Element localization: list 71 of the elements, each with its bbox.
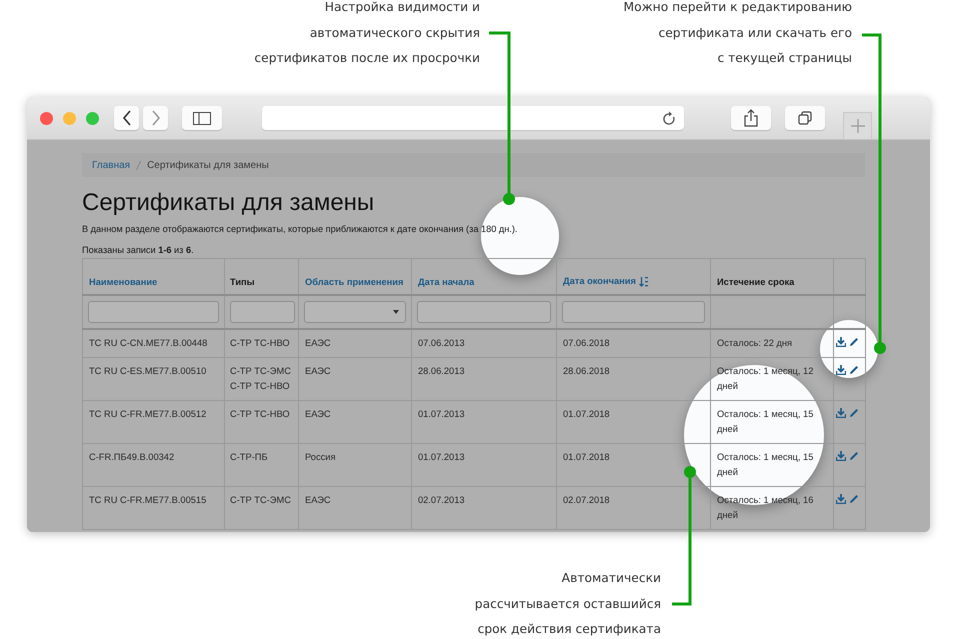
annotation-text: Настройка видимости и автоматического скрытия сертификатов после их просрочки <box>254 0 480 67</box>
pencil-icon[interactable] <box>849 451 859 461</box>
plus-icon[interactable] <box>850 119 864 133</box>
start-date: 28.06.2013 <box>418 366 465 376</box>
breadcrumb-link[interactable]: Главная <box>92 160 130 170</box>
download-icon[interactable] <box>836 408 846 418</box>
breadcrumb-current: Сертификаты для замены <box>147 160 269 170</box>
certificate-number: TC RU C-FR.ME77.B.00515 <box>89 495 206 505</box>
tabs-icon[interactable] <box>798 111 812 125</box>
application-area: ЕАЭС <box>305 366 331 376</box>
close-icon[interactable] <box>40 112 53 124</box>
address-field[interactable] <box>262 106 684 130</box>
certificate-type: С-ТР ТС-НВО <box>230 408 291 421</box>
start-date: 07.06.2013 <box>418 338 465 348</box>
certificate-number: TC RU C-CN.ME77.B.00448 <box>89 338 208 348</box>
page-description: В данном разделе отображаются сертификаты, которые приближаются к дате окончания (за 180 дн.). <box>82 223 518 236</box>
annotation-text: Автоматически рассчитывается оставшийся срок действия сертификата <box>474 570 661 638</box>
start-date: 01.07.2013 <box>418 409 465 419</box>
column-header: Истечение срока <box>717 276 796 286</box>
back-button[interactable] <box>114 106 139 130</box>
end-date: 01.07.2018 <box>563 452 610 462</box>
reload-icon[interactable] <box>662 110 676 126</box>
new-tab-button[interactable] <box>843 112 872 139</box>
filter-field[interactable] <box>230 300 295 322</box>
back-icon[interactable] <box>122 110 132 126</box>
application-area: ЕАЭС <box>305 409 331 419</box>
download-icon[interactable] <box>836 451 846 461</box>
certificate-type: С-ТР ТС-ЭМС <box>230 365 292 378</box>
application-area: ЕАЭС <box>305 338 331 348</box>
pencil-icon[interactable] <box>849 336 859 346</box>
start-date: 01.07.2013 <box>418 452 465 462</box>
certificate-type: С-ТР ТС-НВО <box>230 336 291 350</box>
sidebar-button[interactable] <box>182 106 222 130</box>
download-icon[interactable] <box>836 336 846 346</box>
end-date: 28.06.2018 <box>563 366 610 376</box>
time-remaining: Осталось: 1 месяц, 15 дней <box>717 452 814 476</box>
end-date: 01.07.2018 <box>563 409 610 419</box>
pencil-icon[interactable] <box>849 408 859 418</box>
end-date: 07.06.2018 <box>563 338 610 348</box>
end-date: 02.07.2018 <box>563 495 610 505</box>
start-date: 02.07.2013 <box>418 495 465 505</box>
sidebar-icon[interactable] <box>193 112 211 124</box>
filter-field[interactable] <box>417 300 551 322</box>
page-title: Сертификаты для замены <box>82 189 376 217</box>
forward-icon[interactable] <box>150 110 160 126</box>
filter-field[interactable] <box>88 300 219 322</box>
zoom-icon[interactable] <box>86 112 99 124</box>
annotation-text: Можно перейти к редактированию сертификата или скачать его с текущей страницы <box>623 0 852 67</box>
pencil-icon[interactable] <box>849 494 859 504</box>
application-area: ЕАЭС <box>305 495 331 505</box>
certificate-type: С-ТР ТС-ЭМС <box>230 494 292 507</box>
certificate-number: TC RU C-FR.ME77.B.00512 <box>89 409 206 419</box>
application-area: Россия <box>305 452 336 462</box>
records-summary: Показаны записи 1-6 из 6. <box>82 244 195 257</box>
pencil-icon[interactable] <box>849 365 859 375</box>
download-icon[interactable] <box>836 365 846 375</box>
filter-field[interactable] <box>562 300 705 322</box>
certificate-type: С-ТР-ПБ <box>230 451 269 464</box>
certificate-type: С-ТР ТС-НВО <box>230 380 291 392</box>
certificate-number: C-FR.ПБ49.B.00342 <box>89 452 174 462</box>
share-button[interactable] <box>731 106 771 130</box>
time-remaining: Осталось: 22 дня <box>717 338 792 348</box>
certificate-number: TC RU C-ES.ME77.B.00510 <box>89 366 206 376</box>
sort-icon[interactable] <box>638 276 649 286</box>
share-icon[interactable] <box>744 109 758 127</box>
separator-icon <box>136 160 142 170</box>
download-icon[interactable] <box>836 494 846 504</box>
column-header: Типы <box>230 276 256 286</box>
tabs-button[interactable] <box>785 106 825 130</box>
caret-icon[interactable] <box>393 310 399 314</box>
time-remaining: Осталось: 1 месяц, 15 дней <box>717 409 814 434</box>
